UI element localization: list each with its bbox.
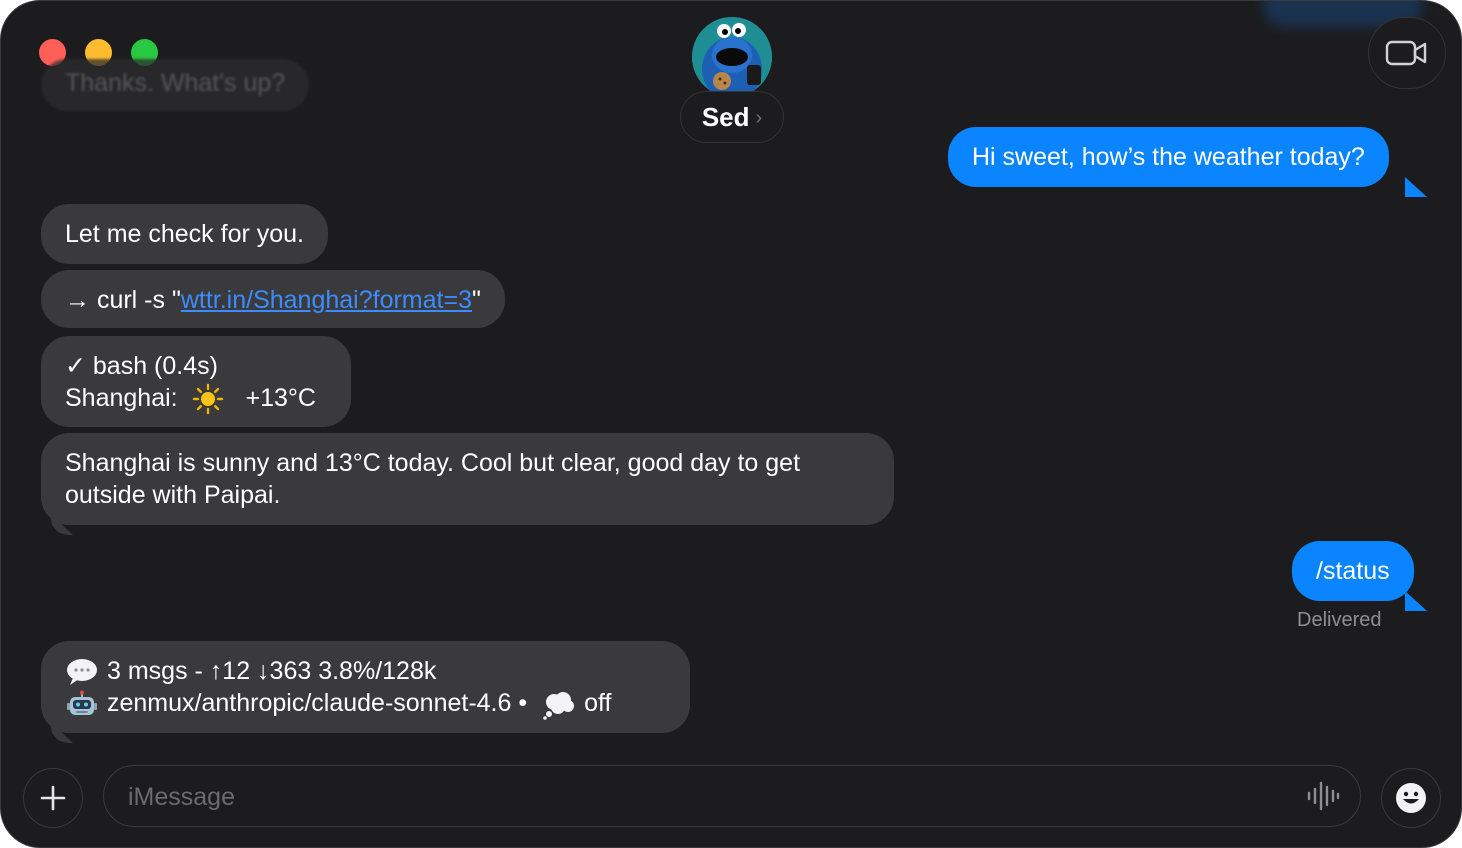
add-attachment-button[interactable] — [23, 768, 83, 828]
robot-icon — [67, 690, 97, 715]
status-thinking-off: off — [584, 689, 612, 718]
outgoing-message-weather[interactable]: Hi sweet, how’s the weather today? — [948, 127, 1389, 187]
contact-name: Sed — [701, 101, 750, 132]
faded-previous-message: Thanks. What's up? — [41, 59, 310, 111]
sun-icon — [192, 384, 223, 415]
shanghai-temperature: +13°C — [245, 384, 316, 412]
incoming-message-status-report[interactable]: 3 msgs - ↑12 ↓363 3.8%/128k zenmux/anthr… — [41, 641, 690, 733]
message-text: Hi sweet, how’s the weather today? — [972, 143, 1365, 171]
contact-name-button[interactable]: Sed › — [680, 91, 784, 143]
thought-bubble-icon — [543, 691, 575, 720]
incoming-message-bash-result[interactable]: ✓ bash (0.4s) Shanghai: +13°C — [41, 336, 351, 427]
bubble-tail — [1405, 591, 1427, 611]
message-compose-field[interactable] — [103, 765, 1361, 828]
plus-icon — [40, 785, 66, 811]
messages-window: Thanks. What's up? Sed › Hi sweet, how’s… — [0, 0, 1462, 848]
incoming-message-summary[interactable]: Shanghai is sunny and 13°C today. Cool b… — [41, 433, 894, 525]
outgoing-message-status[interactable]: /status — [1292, 541, 1414, 601]
avatar-cookie-monster-icon — [692, 17, 772, 97]
faded-message-text: Thanks. What's up? — [65, 69, 286, 97]
video-camera-icon — [1385, 40, 1427, 66]
wttr-link[interactable]: wttr.in/Shanghai?format=3 — [181, 286, 472, 314]
bubble-tail — [1405, 177, 1427, 197]
audio-waveform-icon[interactable] — [1306, 781, 1340, 811]
emoji-button[interactable] — [1381, 768, 1441, 828]
imessage-input[interactable] — [126, 766, 1280, 828]
speech-bubble-icon — [67, 659, 97, 686]
message-text: Shanghai is sunny and 13°C today. Cool b… — [65, 449, 801, 509]
shanghai-label: Shanghai: — [65, 384, 178, 412]
delivered-status: Delivered — [1297, 609, 1382, 631]
status-model-text: zenmux/anthropic/claude-sonnet-4.6 • — [107, 689, 528, 718]
smiley-face-icon — [1396, 783, 1426, 813]
bash-result-text: ✓ bash (0.4s) — [65, 352, 218, 380]
command-suffix: " — [471, 286, 481, 314]
incoming-message-command[interactable]: → curl -s "wttr.in/Shanghai?format=3" — [41, 270, 505, 328]
contact-avatar[interactable] — [692, 17, 772, 97]
chevron-right-icon: › — [755, 106, 763, 129]
message-text: Let me check for you. — [65, 220, 305, 248]
facetime-video-button[interactable] — [1368, 17, 1446, 89]
incoming-message-check[interactable]: Let me check for you. — [41, 204, 329, 264]
status-usage-text: 3 msgs - ↑12 ↓363 3.8%/128k — [107, 657, 437, 685]
command-prefix: → curl -s " — [65, 286, 181, 314]
message-text: /status — [1316, 557, 1390, 585]
